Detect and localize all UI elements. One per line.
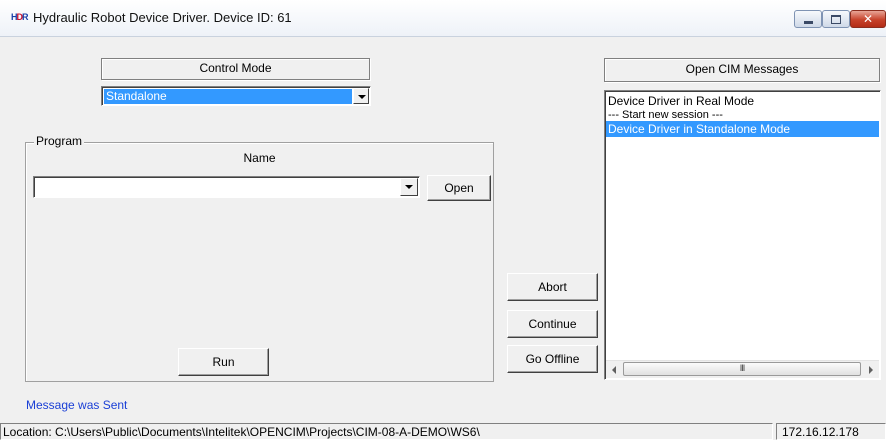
abort-button-label: Abort [538, 280, 567, 294]
open-button[interactable]: Open [427, 175, 491, 201]
control-mode-value: Standalone [104, 89, 352, 104]
title-bar[interactable]: HDR Hydraulic Robot Device Driver. Devic… [0, 0, 886, 37]
close-button[interactable]: ✕ [850, 10, 886, 28]
chevron-down-icon[interactable] [353, 88, 369, 104]
scroll-right-icon[interactable] [869, 366, 873, 374]
control-mode-select[interactable]: Standalone [101, 86, 371, 106]
scroll-left-icon[interactable] [612, 366, 616, 374]
scrollbar-grip-icon: III [739, 363, 745, 373]
minimize-icon [803, 20, 813, 24]
ip-text: 172.16.12.178 [782, 425, 859, 439]
chevron-down-icon[interactable] [400, 178, 418, 196]
run-button[interactable]: Run [178, 348, 269, 376]
horizontal-scrollbar[interactable]: III [606, 360, 879, 378]
run-button-label: Run [212, 355, 235, 369]
program-name-value [37, 180, 399, 195]
window-title: Hydraulic Robot Device Driver. Device ID… [33, 10, 292, 25]
status-message: Message was Sent [26, 398, 128, 412]
abort-button[interactable]: Abort [507, 273, 598, 301]
messages-items: Device Driver in Real Mode --- Start new… [606, 93, 879, 137]
list-item[interactable]: Device Driver in Standalone Mode [606, 121, 879, 137]
messages-header: Open CIM Messages [604, 58, 880, 82]
status-location: Location: C:\Users\Public\Documents\Inte… [0, 423, 773, 440]
status-ip: 172.16.12.178 [776, 423, 886, 440]
minimize-button[interactable] [794, 10, 822, 28]
close-icon: ✕ [862, 12, 874, 26]
location-text: Location: C:\Users\Public\Documents\Inte… [3, 425, 480, 439]
continue-button[interactable]: Continue [507, 310, 598, 338]
go-offline-button-label: Go Offline [525, 352, 580, 366]
program-group-label: Program [34, 134, 85, 148]
list-item[interactable]: --- Start new session --- [606, 109, 879, 121]
scrollbar-thumb[interactable]: III [623, 362, 861, 376]
maximize-button[interactable] [822, 10, 850, 28]
continue-button-label: Continue [528, 317, 577, 331]
maximize-icon [831, 14, 841, 24]
messages-header-label: Open CIM Messages [685, 62, 799, 76]
messages-list[interactable]: Device Driver in Real Mode --- Start new… [604, 90, 881, 380]
program-name-label: Name [243, 151, 276, 165]
control-mode-label: Control Mode [199, 61, 272, 75]
open-button-label: Open [444, 181, 474, 195]
app-icon: HDR [11, 12, 29, 22]
list-item[interactable]: Device Driver in Real Mode [606, 93, 879, 109]
go-offline-button[interactable]: Go Offline [507, 345, 598, 373]
program-name-select[interactable] [33, 176, 420, 198]
control-mode-header: Control Mode [101, 58, 370, 80]
